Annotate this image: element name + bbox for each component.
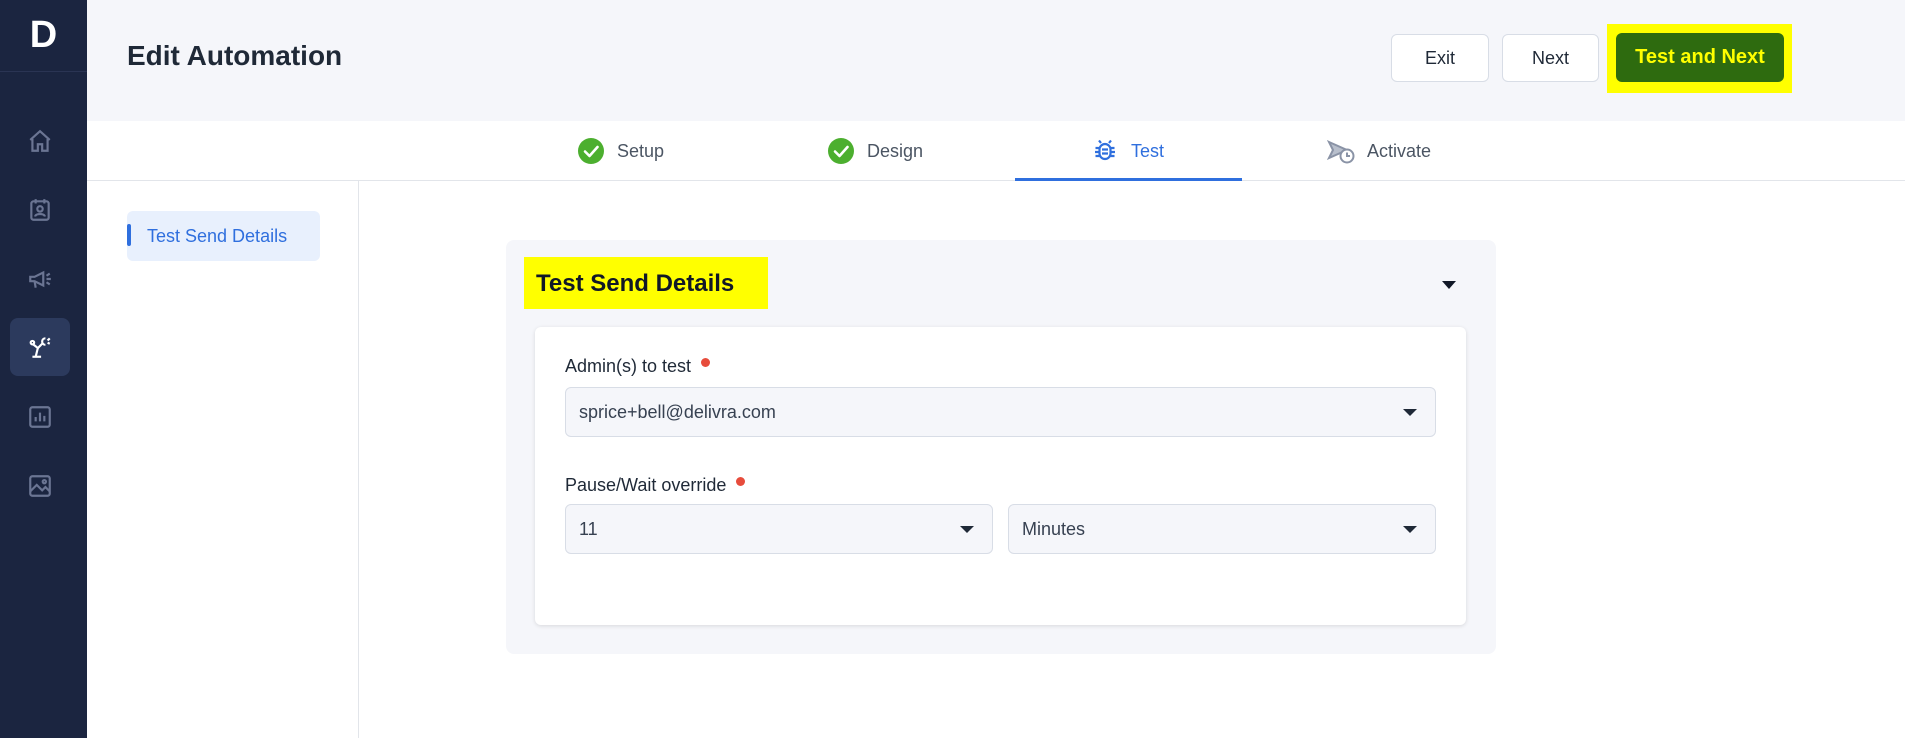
pause-label-text: Pause/Wait override: [565, 475, 727, 495]
step-label: Design: [867, 140, 924, 161]
contacts-icon: [30, 199, 50, 221]
steps-bar: Setup Design Test Activate: [87, 121, 1905, 181]
nav-reports[interactable]: [10, 388, 70, 446]
chevron-down-icon: [960, 526, 974, 533]
test-and-next-button[interactable]: Test and Next: [1616, 33, 1784, 82]
caret-down-icon: [1442, 281, 1456, 289]
admins-select[interactable]: sprice+bell@delivra.com: [565, 387, 1436, 437]
step-label: Setup: [617, 140, 665, 161]
bug-icon: [1095, 139, 1115, 161]
test-send-form-card: Admin(s) to test sprice+bell@delivra.com…: [535, 327, 1466, 625]
section-sidebar: Test Send Details: [87, 181, 359, 738]
pause-field-label: Pause/Wait override: [565, 475, 746, 496]
check-circle-icon: [828, 138, 854, 164]
next-button[interactable]: Next: [1502, 34, 1599, 82]
sidebar-item-test-send-details[interactable]: Test Send Details: [127, 211, 320, 261]
admins-label-text: Admin(s) to test: [565, 356, 692, 376]
pause-amount-select[interactable]: 11: [565, 504, 993, 554]
step-design[interactable]: Design: [827, 121, 923, 181]
step-setup[interactable]: Setup: [577, 121, 664, 181]
chevron-down-icon: [1403, 526, 1417, 533]
admins-field-label: Admin(s) to test: [565, 356, 711, 377]
campaign-icon: [29, 270, 51, 288]
collapse-toggle[interactable]: [1439, 275, 1459, 295]
nav-automation[interactable]: [10, 318, 70, 376]
reports-icon: [29, 406, 51, 428]
panel-title: Test Send Details: [536, 270, 735, 297]
admins-select-value: sprice+bell@delivra.com: [579, 401, 776, 422]
left-rail: D: [0, 0, 87, 738]
test-send-details-panel: Test Send Details Admin(s) to test spric…: [506, 240, 1496, 654]
home-icon: [29, 129, 51, 152]
required-indicator: [701, 358, 711, 367]
required-indicator: [736, 477, 746, 486]
exit-button[interactable]: Exit: [1391, 34, 1489, 82]
active-step-indicator: [1015, 178, 1242, 181]
pause-unit-select[interactable]: Minutes: [1008, 504, 1436, 554]
step-test[interactable]: Test: [1091, 121, 1164, 181]
check-circle-icon: [578, 138, 604, 164]
pause-unit-value: Minutes: [1022, 518, 1086, 539]
step-label: Test: [1131, 140, 1165, 161]
nav-contacts[interactable]: [10, 181, 70, 239]
step-label: Activate: [1367, 140, 1432, 161]
step-activate[interactable]: Activate: [1327, 121, 1431, 181]
automation-icon: [29, 337, 51, 358]
image-gallery-icon: [29, 475, 51, 497]
chevron-down-icon: [1403, 409, 1417, 416]
nav-campaigns[interactable]: [10, 250, 70, 308]
nav-home[interactable]: [10, 112, 70, 170]
pause-amount-value: 11: [579, 518, 598, 539]
app-logo[interactable]: D: [0, 0, 87, 72]
nav-images[interactable]: [10, 457, 70, 515]
page-title: Edit Automation: [127, 40, 343, 71]
send-clock-icon: [1327, 140, 1355, 164]
